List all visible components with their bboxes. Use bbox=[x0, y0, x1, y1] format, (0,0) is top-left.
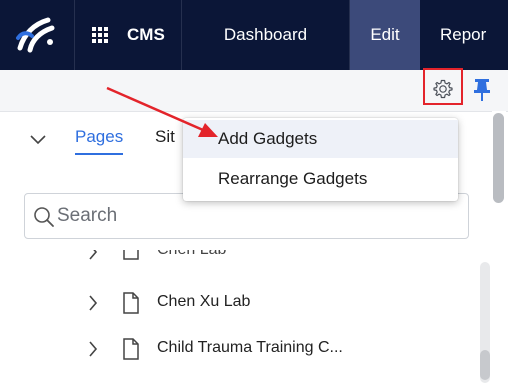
tree-item-label: Chen Lab bbox=[157, 250, 226, 259]
menu-item-add-gadgets[interactable]: Add Gadgets bbox=[183, 120, 458, 158]
settings-button[interactable] bbox=[427, 73, 459, 105]
tree-item-label: Chen Xu Lab bbox=[157, 293, 251, 310]
tree-item-label: Child Trauma Training C... bbox=[157, 339, 343, 356]
search-icon bbox=[34, 207, 54, 227]
page-icon bbox=[123, 250, 139, 260]
search-input[interactable] bbox=[57, 203, 457, 229]
nav-dashboard[interactable]: Dashboard bbox=[182, 0, 350, 70]
tab-pages[interactable]: Pages bbox=[75, 127, 124, 155]
expand-chevron-icon[interactable] bbox=[88, 341, 98, 357]
logo-button[interactable] bbox=[0, 0, 75, 70]
page-icon bbox=[123, 292, 139, 314]
settings-dropdown-menu: Add Gadgets Rearrange Gadgets bbox=[183, 118, 458, 201]
pin-icon bbox=[474, 79, 490, 101]
tree-item[interactable]: Chen Lab bbox=[0, 250, 480, 264]
panel-scrollbar-thumb[interactable] bbox=[493, 113, 504, 203]
tree-item[interactable]: Child Trauma Training C... bbox=[0, 333, 480, 367]
brand-logo-icon bbox=[16, 17, 55, 53]
tree-scrollbar-thumb[interactable] bbox=[480, 350, 490, 380]
apps-grid-icon bbox=[92, 27, 108, 43]
pin-button[interactable] bbox=[472, 78, 492, 102]
tree-item[interactable]: Chen Xu Lab bbox=[0, 287, 480, 321]
expand-chevron-icon[interactable] bbox=[88, 250, 98, 260]
tab-sites[interactable]: Sit bbox=[155, 127, 175, 147]
menu-item-rearrange-gadgets[interactable]: Rearrange Gadgets bbox=[183, 160, 458, 198]
collapse-chevron-icon[interactable] bbox=[30, 135, 46, 145]
cms-label: CMS bbox=[127, 25, 165, 44]
page-icon bbox=[123, 338, 139, 360]
expand-chevron-icon[interactable] bbox=[88, 295, 98, 311]
nav-edit[interactable]: Edit bbox=[350, 0, 420, 70]
top-navigation-bar: CMS Dashboard Edit Repor bbox=[0, 0, 508, 70]
cms-menu-button[interactable]: CMS bbox=[75, 0, 182, 70]
cms-screen: CMS Dashboard Edit Repor Pages Sit Searc… bbox=[0, 0, 508, 383]
nav-reports[interactable]: Repor bbox=[420, 0, 508, 70]
gear-icon bbox=[433, 79, 453, 99]
